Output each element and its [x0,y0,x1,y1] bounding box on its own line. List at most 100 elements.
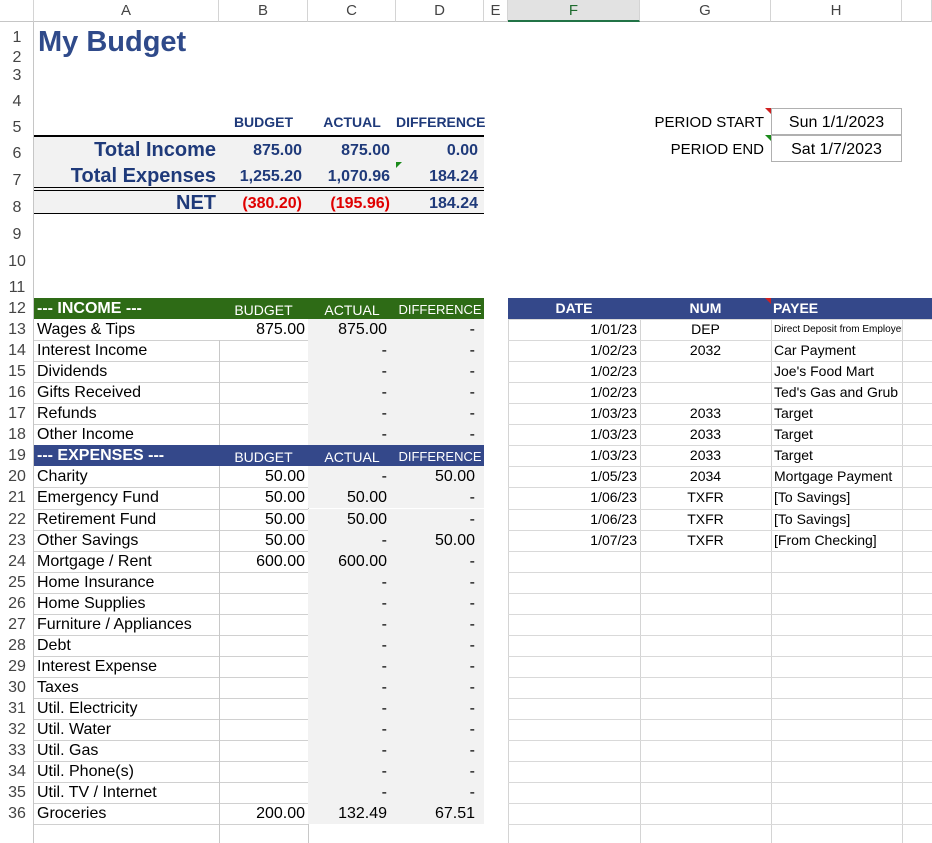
transaction-num[interactable] [640,382,771,403]
income-row-label[interactable]: Interest Income [34,340,219,361]
transaction-payee[interactable]: Target [771,445,902,466]
row-header-19[interactable]: 19 [0,445,34,466]
expense-row-budget[interactable] [219,614,308,635]
transaction-payee[interactable]: Car Payment [771,340,902,361]
transaction-date[interactable]: 1/02/23 [508,361,640,382]
income-row-label[interactable]: Refunds [34,403,219,424]
transaction-payee[interactable]: Target [771,424,902,445]
transaction-payee[interactable]: Joe's Food Mart [771,361,902,382]
income-row-budget[interactable] [219,361,308,382]
expense-row-label[interactable]: Interest Expense [34,656,219,677]
expense-row-budget[interactable] [219,761,308,782]
expense-row-label[interactable]: Util. Water [34,719,219,740]
expense-row-budget[interactable]: 50.00 [219,487,308,508]
expense-row-budget[interactable] [219,782,308,803]
row-header-20[interactable]: 20 [0,466,34,487]
expense-row-budget[interactable]: 50.00 [219,466,308,487]
expense-row-budget[interactable]: 50.00 [219,509,308,530]
row-header-15[interactable]: 15 [0,361,34,382]
column-header-d[interactable]: D [396,0,484,22]
expense-row-label[interactable]: Mortgage / Rent [34,551,219,572]
transaction-payee[interactable]: [From Checking] [771,530,902,551]
corner-cell[interactable] [0,0,34,22]
row-header-13[interactable]: 13 [0,319,34,340]
column-header-a[interactable]: A [34,0,219,22]
row-header-34[interactable]: 34 [0,761,34,782]
expense-row-label[interactable]: Util. Electricity [34,698,219,719]
row-header-18[interactable]: 18 [0,424,34,445]
row-header-9[interactable]: 9 [0,218,34,245]
column-header-f[interactable]: F [508,0,640,22]
transaction-date[interactable]: 1/07/23 [508,530,640,551]
column-header-extra[interactable] [902,0,932,22]
transaction-payee[interactable]: Ted's Gas and Grub [771,382,902,403]
expense-row-label[interactable]: Furniture / Appliances [34,614,219,635]
row-header-32[interactable]: 32 [0,719,34,740]
income-row-budget[interactable]: 875.00 [219,319,308,340]
transaction-payee[interactable]: Mortgage Payment [771,466,902,487]
row-header-7[interactable]: 7 [0,164,34,191]
period-start-input[interactable]: Sun 1/1/2023 [771,108,902,135]
row-header-6[interactable]: 6 [0,138,34,164]
expense-row-budget[interactable] [219,572,308,593]
transaction-date[interactable]: 1/01/23 [508,319,640,340]
row-header-33[interactable]: 33 [0,740,34,761]
transaction-num[interactable]: 2034 [640,466,771,487]
expense-row-budget[interactable] [219,698,308,719]
row-header-23[interactable]: 23 [0,530,34,551]
row-header-29[interactable]: 29 [0,656,34,677]
expense-row-budget[interactable] [219,719,308,740]
period-end-input[interactable]: Sat 1/7/2023 [771,135,902,162]
row-header-22[interactable]: 22 [0,509,34,530]
expense-row-label[interactable]: Util. Gas [34,740,219,761]
row-header-12[interactable]: 12 [0,298,34,319]
column-header-g[interactable]: G [640,0,771,22]
row-header-26[interactable]: 26 [0,593,34,614]
row-header-8[interactable]: 8 [0,191,34,218]
row-header-31[interactable]: 31 [0,698,34,719]
transaction-num[interactable]: TXFR [640,509,771,530]
income-row-budget[interactable] [219,403,308,424]
income-row-label[interactable]: Dividends [34,361,219,382]
transaction-date[interactable]: 1/06/23 [508,509,640,530]
transaction-num[interactable]: 2032 [640,340,771,361]
transaction-date[interactable]: 1/03/23 [508,403,640,424]
expense-row-budget[interactable] [219,740,308,761]
expense-row-label[interactable]: Charity [34,466,219,487]
row-header-28[interactable]: 28 [0,635,34,656]
transaction-payee[interactable]: Direct Deposit from Employer [771,319,902,340]
expense-row-label[interactable]: Util. Phone(s) [34,761,219,782]
row-header-35[interactable]: 35 [0,782,34,803]
row-header-3[interactable]: 3 [0,67,34,86]
transaction-payee[interactable]: [To Savings] [771,509,902,530]
expense-row-budget[interactable]: 600.00 [219,551,308,572]
row-header-25[interactable]: 25 [0,572,34,593]
expense-row-label[interactable]: Other Savings [34,530,219,551]
row-header-14[interactable]: 14 [0,340,34,361]
expense-row-label[interactable]: Taxes [34,677,219,698]
income-row-label[interactable]: Wages & Tips [34,319,219,340]
expense-row-label[interactable]: Debt [34,635,219,656]
column-header-b[interactable]: B [219,0,308,22]
transaction-num[interactable]: TXFR [640,487,771,508]
transaction-num[interactable] [640,361,771,382]
transaction-date[interactable]: 1/06/23 [508,487,640,508]
income-row-budget[interactable] [219,424,308,445]
row-header-5[interactable]: 5 [0,112,34,138]
expense-row-label[interactable]: Retirement Fund [34,509,219,530]
row-header-27[interactable]: 27 [0,614,34,635]
transaction-date[interactable]: 1/05/23 [508,466,640,487]
row-header-30[interactable]: 30 [0,677,34,698]
expense-row-label[interactable]: Groceries [34,803,219,824]
row-header-2[interactable]: 2 [0,48,34,68]
transaction-num[interactable]: DEP [640,319,771,340]
row-header-4[interactable]: 4 [0,86,34,112]
expense-row-label[interactable]: Util. TV / Internet [34,782,219,803]
transaction-date[interactable]: 1/02/23 [508,382,640,403]
income-row-budget[interactable] [219,382,308,403]
transaction-num[interactable]: 2033 [640,424,771,445]
expense-row-label[interactable]: Emergency Fund [34,487,219,508]
expense-row-budget[interactable]: 200.00 [219,803,308,824]
expense-row-budget[interactable] [219,593,308,614]
transaction-num[interactable]: TXFR [640,530,771,551]
